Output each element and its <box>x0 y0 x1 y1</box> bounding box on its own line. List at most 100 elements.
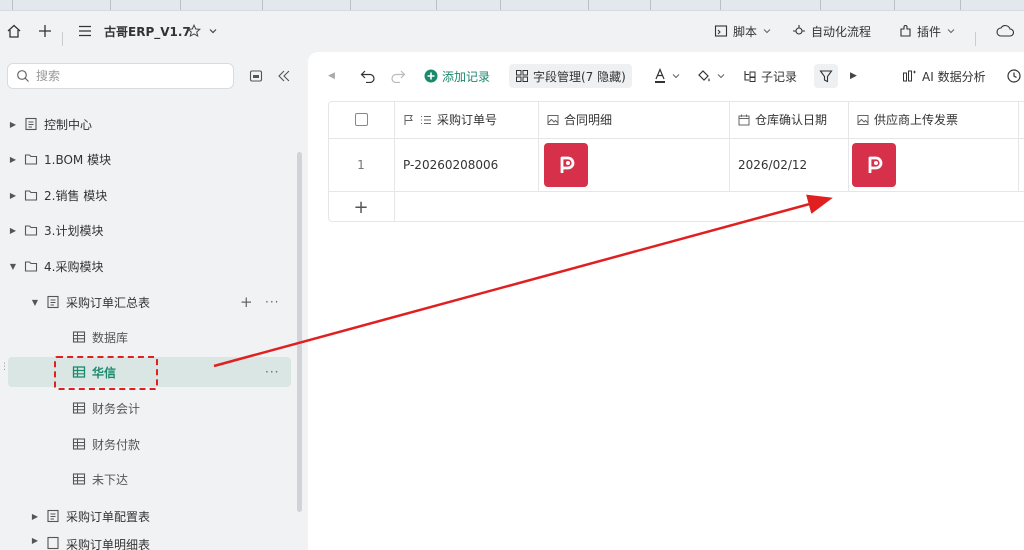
filter-icon[interactable] <box>814 64 838 88</box>
tree-item-po-summary[interactable]: ▼ 采购订单汇总表 + ··· <box>30 287 291 317</box>
table-row[interactable]: 1 P-20260208006 2026/02/12 <box>328 139 1024 192</box>
app-title[interactable]: 古哥ERP_V1.7 <box>104 20 191 42</box>
caret-right-icon[interactable]: ▶ <box>8 226 18 235</box>
browser-tab[interactable] <box>960 0 961 10</box>
more-icon[interactable]: ··· <box>265 295 279 309</box>
layout-toggle-icon[interactable] <box>247 67 265 85</box>
toolbar: ◀ 添加记录 字段管理(7 隐藏) 子记录 ▶ AI 数据分析 <box>308 52 1024 100</box>
tree-item-label: 财务付款 <box>92 437 141 452</box>
undo-icon[interactable] <box>360 65 376 87</box>
home-icon[interactable] <box>6 20 22 42</box>
sub-record-button[interactable]: 子记录 <box>743 65 797 87</box>
browser-tab[interactable] <box>350 0 351 10</box>
script-label: 脚本 <box>733 24 758 39</box>
select-all-checkbox[interactable] <box>354 113 368 126</box>
folder-icon <box>24 225 38 236</box>
automation-label: 自动化流程 <box>811 24 872 39</box>
chevron-down-icon <box>947 29 955 34</box>
tree-item-not-issued[interactable]: 未下达 <box>72 464 291 494</box>
fill-color-button[interactable] <box>696 65 726 87</box>
folder-icon <box>24 154 38 165</box>
text-color-icon <box>655 68 665 83</box>
history-icon[interactable] <box>1006 65 1022 87</box>
cell-contract[interactable] <box>539 139 730 191</box>
add-icon[interactable] <box>38 20 52 42</box>
pdf-icon[interactable] <box>544 143 588 187</box>
browser-tab[interactable] <box>820 0 821 10</box>
column-header-label: 采购订单号 <box>437 113 498 127</box>
caret-right-icon[interactable]: ▶ <box>8 191 18 200</box>
browser-tab[interactable] <box>894 0 895 10</box>
document-icon <box>25 117 37 131</box>
sidebar-scrollbar[interactable] <box>297 152 302 512</box>
script-button[interactable]: 脚本 <box>714 20 772 42</box>
add-icon[interactable]: + <box>240 293 253 311</box>
menu-icon[interactable] <box>78 20 92 42</box>
caret-right-icon[interactable]: ▶ <box>30 512 40 521</box>
browser-tab[interactable] <box>588 0 589 10</box>
more-icon[interactable]: ··· <box>265 365 279 379</box>
tree-item-po-detail[interactable]: ▶ 采购订单明细表 <box>30 536 291 550</box>
text-color-button[interactable] <box>653 65 681 87</box>
star-icon[interactable] <box>187 20 201 42</box>
field-manage-button[interactable]: 字段管理(7 隐藏) <box>509 64 632 88</box>
table-icon <box>72 331 86 343</box>
cell-order-no[interactable]: P-20260208006 <box>395 139 539 191</box>
add-record-button[interactable]: 添加记录 <box>424 65 490 87</box>
resize-handle-icon[interactable]: ⋮ <box>0 363 9 381</box>
tree-item-label: 未下达 <box>92 472 129 487</box>
tree-item-finance-payment[interactable]: 财务付款 <box>72 429 291 459</box>
browser-tab[interactable] <box>720 0 721 10</box>
tree-item-po-config[interactable]: ▶ 采购订单配置表 <box>30 501 291 531</box>
caret-right-icon[interactable]: ▶ <box>8 155 18 164</box>
add-row-button[interactable]: + <box>328 192 395 222</box>
column-header-order-no[interactable]: 采购订单号 <box>395 101 539 138</box>
tree-item-planning[interactable]: ▶ 3.计划模块 <box>8 215 291 245</box>
tree-item-bom[interactable]: ▶ 1.BOM 模块 <box>8 144 291 174</box>
column-header-supplier-invoice[interactable]: 供应商上传发票 <box>849 101 1019 138</box>
caret-right-icon[interactable]: ▶ <box>8 120 18 129</box>
hierarchy-icon <box>744 71 756 82</box>
column-header-contract[interactable]: 合同明细 <box>539 101 730 138</box>
browser-tab[interactable] <box>110 0 111 10</box>
tree-item-sales[interactable]: ▶ 2.销售 模块 <box>8 180 291 210</box>
browser-tab[interactable] <box>650 0 651 10</box>
image-attachment-icon <box>857 114 869 125</box>
tree-item-label: 采购订单汇总表 <box>66 295 151 310</box>
browser-tab[interactable] <box>12 0 13 10</box>
more-tools-icon[interactable]: ▶ <box>850 65 857 87</box>
grid-icon <box>516 70 528 82</box>
search-box[interactable] <box>7 63 234 89</box>
caret-right-icon[interactable]: ▶ <box>30 536 40 545</box>
caret-down-icon[interactable]: ▼ <box>30 298 40 307</box>
main-panel: ◀ 添加记录 字段管理(7 隐藏) 子记录 ▶ AI 数据分析 采购订单号 合同… <box>308 52 1024 550</box>
browser-tab[interactable] <box>180 0 181 10</box>
plugin-button[interactable]: 插件 <box>898 20 956 42</box>
chevron-down-icon <box>672 74 680 79</box>
select-all-cell[interactable] <box>328 101 395 138</box>
search-icon <box>17 70 29 82</box>
tree-item-finance-accounting[interactable]: 财务会计 <box>72 393 291 423</box>
row-index: 1 <box>328 139 395 191</box>
redo-icon[interactable] <box>390 65 406 87</box>
tree-item-purchasing[interactable]: ▼ 4.采购模块 <box>8 251 291 281</box>
browser-tab[interactable] <box>500 0 501 10</box>
scroll-left-icon[interactable]: ◀ <box>328 65 335 87</box>
cell-supplier-invoice[interactable] <box>849 139 1019 191</box>
ai-analysis-button[interactable]: AI 数据分析 <box>902 65 986 87</box>
caret-down-icon[interactable]: ▼ <box>8 262 18 271</box>
browser-tab[interactable] <box>262 0 263 10</box>
cloud-icon[interactable] <box>996 20 1014 42</box>
automation-button[interactable]: 自动化流程 <box>792 20 871 42</box>
pdf-icon[interactable] <box>852 143 896 187</box>
browser-tab[interactable] <box>436 0 437 10</box>
collapse-sidebar-icon[interactable] <box>275 67 293 85</box>
tree-item-database[interactable]: 数据库 <box>72 322 291 352</box>
add-row[interactable]: + <box>328 192 1024 222</box>
search-input[interactable] <box>36 69 216 83</box>
tree-item-control-center[interactable]: ▶ 控制中心 <box>8 109 291 139</box>
column-header-warehouse-date[interactable]: 仓库确认日期 <box>730 101 849 138</box>
cell-warehouse-date[interactable]: 2026/02/12 <box>730 139 849 191</box>
chevron-down-icon[interactable] <box>208 20 218 42</box>
column-header-label: 合同明细 <box>564 113 613 127</box>
